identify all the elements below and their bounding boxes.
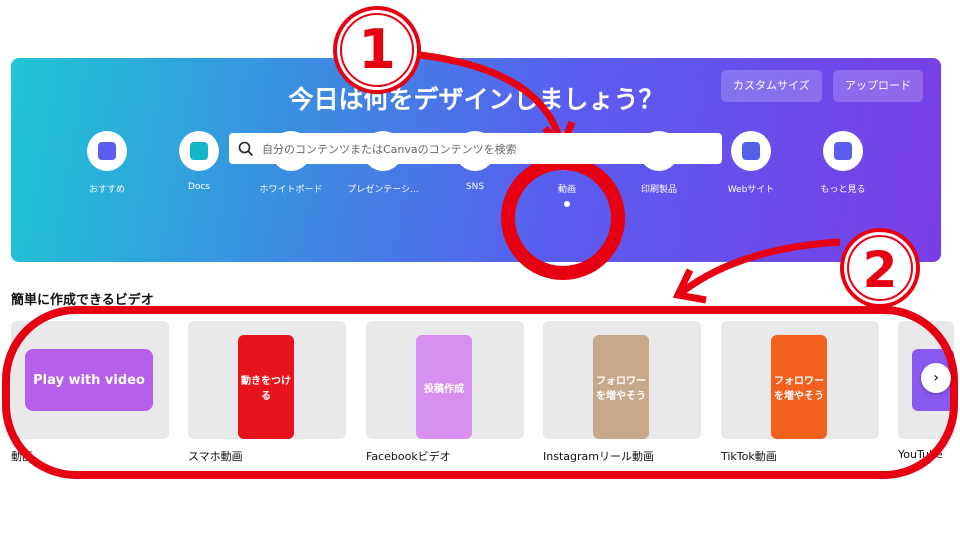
category-label: おすすめ (88, 185, 125, 195)
thumbnail-text: Play with video (25, 349, 153, 411)
thumbnail-text: 動きをつける (238, 335, 294, 439)
sparkle-icon (87, 131, 127, 171)
custom-size-button[interactable]: カスタムサイズ (721, 70, 822, 102)
docs-icon (179, 131, 219, 171)
template-thumbnail: Play with video (11, 321, 169, 439)
template-thumbnail: 動きをつける (188, 321, 346, 439)
template-card[interactable]: フォロワーを増やそう TikTok動画 (721, 321, 879, 464)
website-icon (731, 131, 771, 171)
thumbnail-text: 投稿作成 (416, 335, 472, 439)
template-label: YouTube (898, 448, 943, 461)
template-label: 動画 (11, 450, 33, 463)
template-card[interactable]: フォロワーを増やそう Instagramリール動画 (543, 321, 701, 464)
template-label: スマホ動画 (188, 450, 243, 463)
next-arrow-button[interactable]: › (921, 363, 951, 393)
template-card[interactable]: 動きをつけるスマホ動画 (188, 321, 346, 464)
template-card[interactable]: YouTube (898, 321, 954, 461)
search-input[interactable]: 自分のコンテンツまたはCanvaのコンテンツを検索 (229, 133, 722, 164)
category-sparkle[interactable]: おすすめ (61, 131, 153, 195)
template-label: Facebookビデオ (366, 450, 451, 463)
category-label: Webサイト (727, 185, 775, 195)
template-card[interactable]: 投稿作成 Facebookビデオ (366, 321, 524, 464)
thumbnail-text: フォロワーを増やそう (771, 335, 827, 439)
category-label: もっと見る (820, 185, 866, 195)
upload-button[interactable]: アップロード (833, 70, 923, 102)
category-label: プレゼンテーシ... (347, 185, 419, 195)
category-label: SNS (465, 182, 485, 192)
category-label: Docs (187, 182, 211, 192)
category-label: 印刷製品 (640, 185, 677, 195)
more-icon (823, 131, 863, 171)
search-placeholder: 自分のコンテンツまたはCanvaのコンテンツを検索 (262, 142, 517, 156)
category-label: 動画 (557, 185, 576, 195)
search-icon (238, 141, 254, 156)
template-thumbnail: フォロワーを増やそう (543, 321, 701, 439)
selected-indicator (564, 201, 570, 207)
template-thumbnail: フォロワーを増やそう (721, 321, 879, 439)
template-label: TikTok動画 (721, 450, 777, 463)
thumbnail-text: フォロワーを増やそう (593, 335, 649, 439)
template-card[interactable]: Play with video 動画 (11, 321, 169, 464)
section-title: 簡単に作成できるビデオ (11, 293, 154, 308)
template-thumbnail: 投稿作成 (366, 321, 524, 439)
category-label: ホワイトボード (259, 185, 323, 195)
template-label: Instagramリール動画 (543, 450, 654, 463)
category-more[interactable]: もっと見る (797, 131, 889, 195)
